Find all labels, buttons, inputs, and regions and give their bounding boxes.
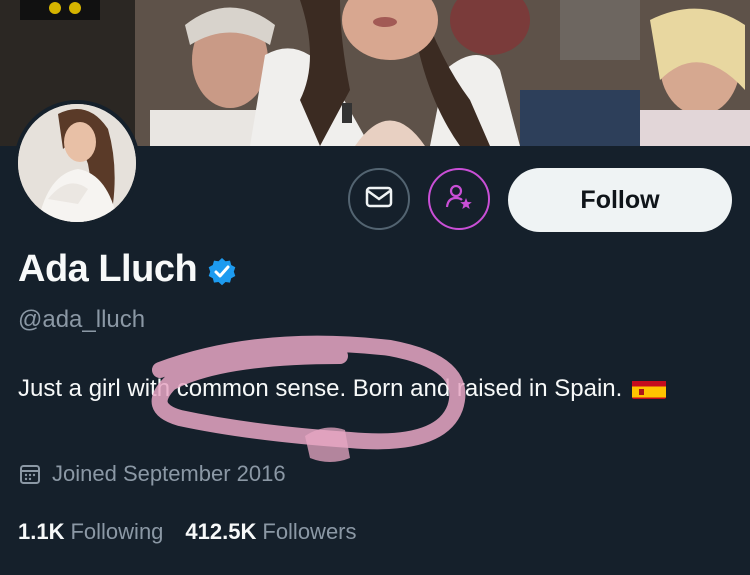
profile-avatar[interactable]: [14, 100, 140, 226]
profile-name-row: Ada Lluch: [18, 248, 237, 291]
followers-count: 412.5K: [185, 519, 257, 544]
calendar-icon: [18, 462, 42, 486]
profile-name: Ada Lluch: [18, 248, 198, 290]
profile-bio: Just a girl with common sense. Born and …: [18, 370, 718, 408]
following-label: Following: [70, 519, 164, 544]
person-star-icon: [443, 181, 475, 218]
message-button[interactable]: [348, 168, 410, 230]
followers-link[interactable]: 412.5K Followers: [185, 519, 356, 545]
joined-date: Joined September 2016: [52, 461, 286, 486]
follow-stats: 1.1K Following 412.5K Followers: [18, 519, 357, 545]
joined-row: Joined September 2016: [18, 461, 286, 487]
envelope-icon: [364, 182, 394, 217]
followers-label: Followers: [262, 519, 357, 544]
follow-button[interactable]: Follow: [508, 168, 732, 232]
following-link[interactable]: 1.1K Following: [18, 519, 163, 545]
verified-badge-icon[interactable]: [207, 253, 237, 287]
subscribe-button[interactable]: [428, 168, 490, 230]
profile-handle: @ada_lluch: [18, 306, 146, 333]
spain-flag-emoji: [631, 377, 666, 399]
avatar-photo: [18, 104, 136, 222]
bio-text: Just a girl with common sense. Born and …: [18, 375, 623, 402]
following-count: 1.1K: [18, 519, 65, 544]
